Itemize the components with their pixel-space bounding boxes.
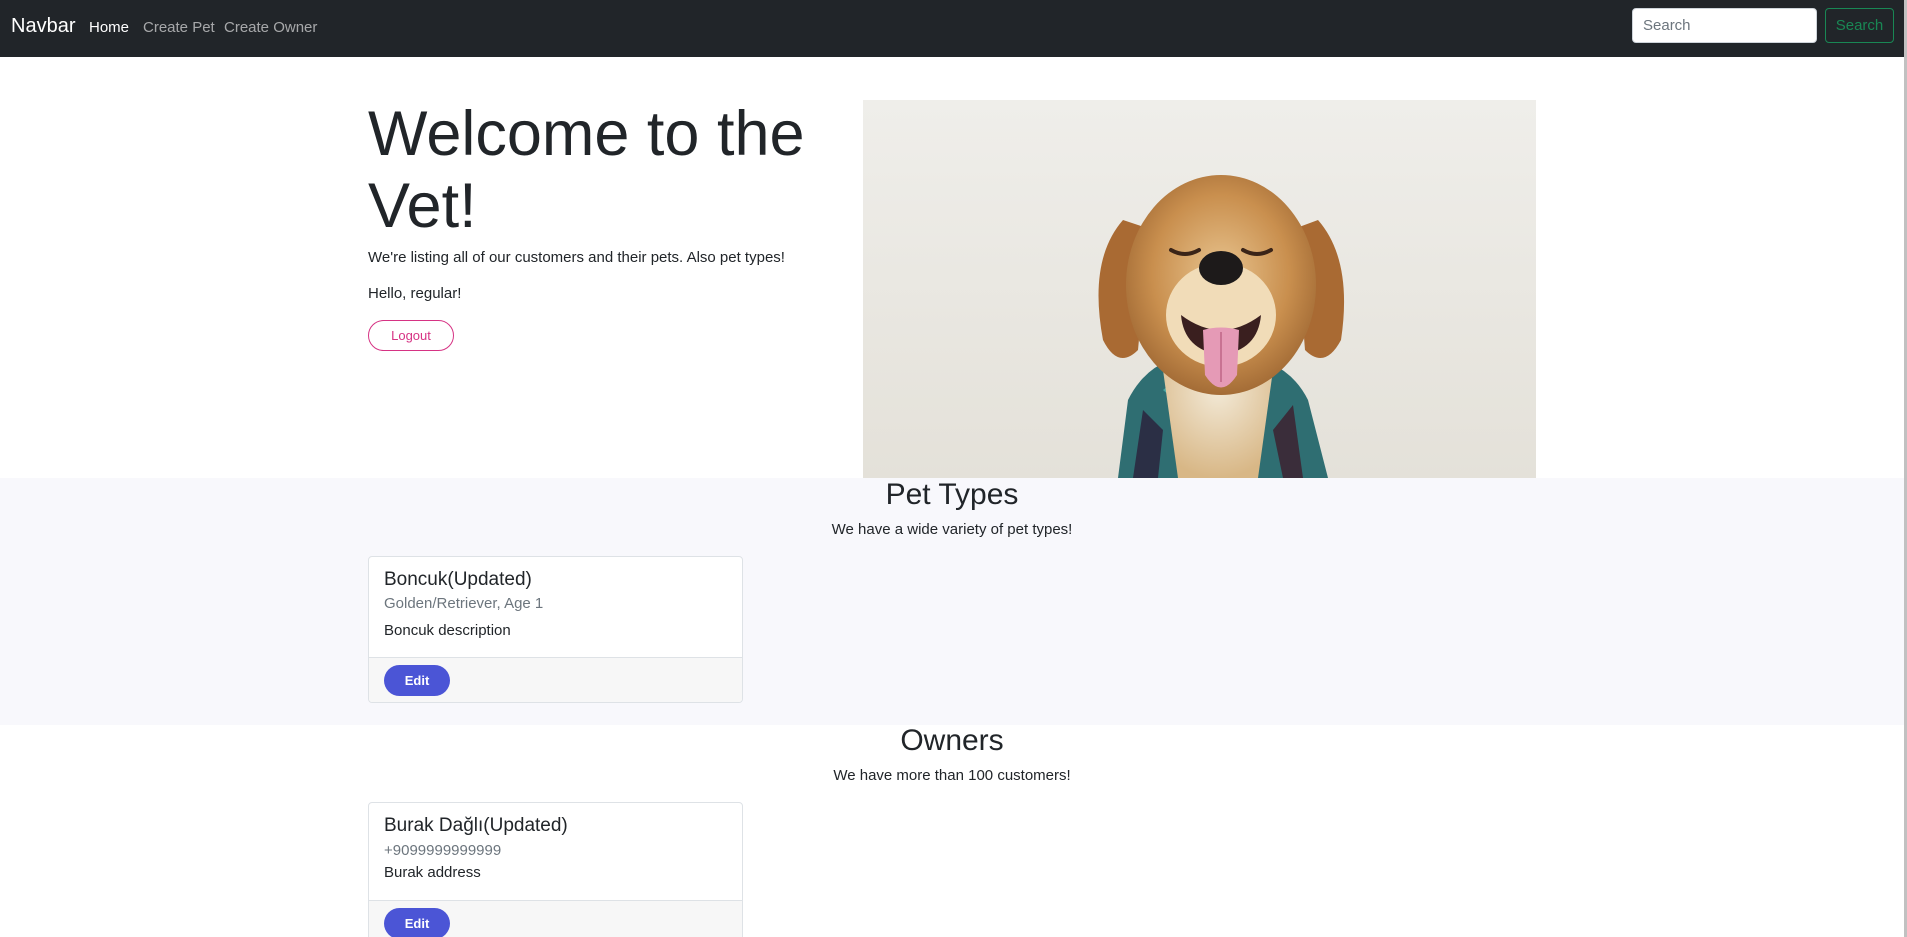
logout-button[interactable]: Logout bbox=[368, 320, 454, 351]
pet-types-title: Pet Types bbox=[885, 478, 1019, 511]
owner-card-address: Burak address bbox=[384, 864, 481, 881]
hero-dog-image bbox=[863, 100, 1536, 478]
hero-title: Welcome to the Vet! bbox=[368, 99, 805, 241]
pet-card-meta: Golden/Retriever, Age 1 bbox=[384, 595, 544, 612]
owner-card-phone: +9099999999999 bbox=[384, 842, 502, 859]
hero-lead: We're listing all of our customers and t… bbox=[368, 249, 785, 266]
dog-illustration bbox=[863, 100, 1536, 478]
search-input[interactable]: Search bbox=[1632, 8, 1817, 43]
pet-types-subtitle: We have a wide variety of pet types! bbox=[831, 521, 1073, 538]
search-button[interactable]: Search bbox=[1825, 8, 1894, 43]
pet-edit-button[interactable]: Edit bbox=[384, 665, 450, 696]
owners-title: Owners bbox=[900, 724, 1004, 757]
owner-edit-button[interactable]: Edit bbox=[384, 908, 450, 937]
owner-card-name: Burak Dağlı(Updated) bbox=[384, 815, 568, 836]
navbar: Navbar Home Create Pet Create Owner Sear… bbox=[0, 0, 1907, 57]
nav-link-home[interactable]: Home bbox=[89, 19, 129, 36]
nav-link-create-pet[interactable]: Create Pet bbox=[143, 19, 215, 36]
pet-types-section bbox=[0, 478, 1904, 725]
owners-subtitle: We have more than 100 customers! bbox=[833, 767, 1071, 784]
nav-link-create-owner[interactable]: Create Owner bbox=[224, 19, 317, 36]
owner-card: Burak Dağlı(Updated) +9099999999999 Bura… bbox=[368, 802, 743, 937]
owner-card-footer: Edit bbox=[369, 900, 742, 937]
navbar-brand[interactable]: Navbar bbox=[11, 15, 75, 38]
pet-card-footer: Edit bbox=[369, 657, 742, 702]
hero-greeting: Hello, regular! bbox=[368, 285, 462, 302]
pet-card-name: Boncuk(Updated) bbox=[384, 569, 532, 590]
pet-card: Boncuk(Updated) Golden/Retriever, Age 1 … bbox=[368, 556, 743, 703]
pet-card-description: Boncuk description bbox=[384, 622, 511, 639]
